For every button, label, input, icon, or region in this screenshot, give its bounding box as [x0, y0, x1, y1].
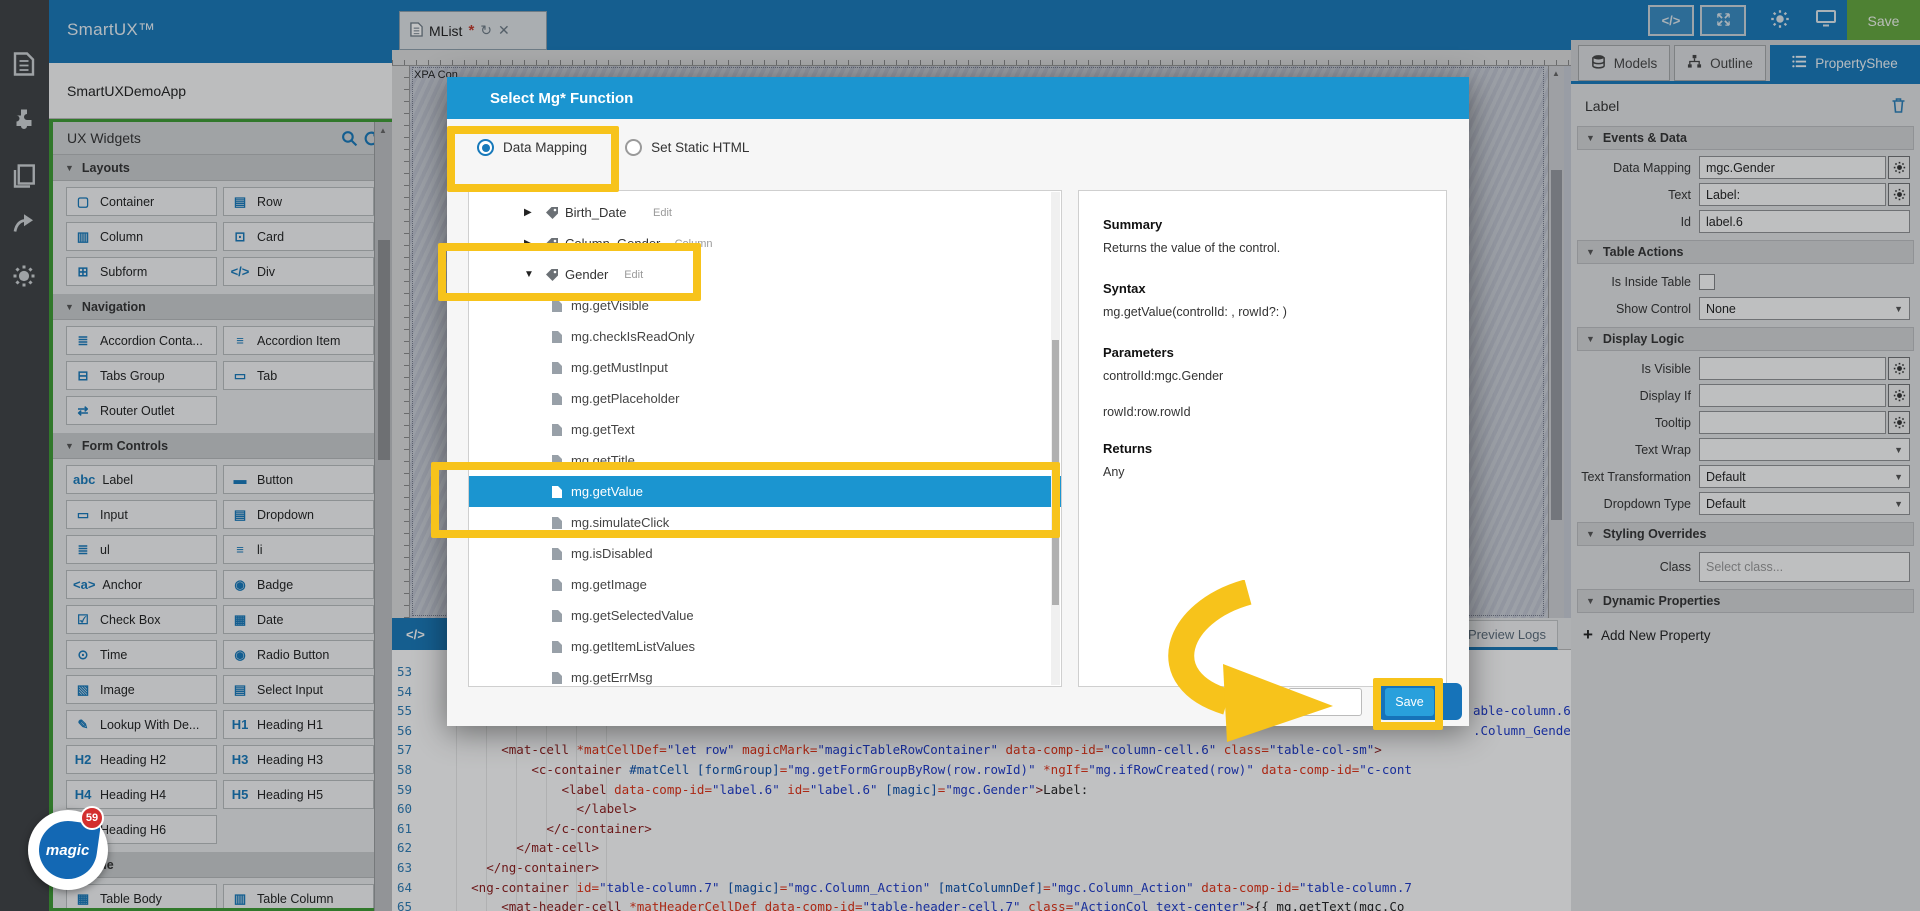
- highlight-data-mapping: [447, 126, 619, 192]
- function-label: mg.getErrMsg: [571, 670, 653, 685]
- function-item-mg-getSelectedValue[interactable]: mg.getSelectedValue: [469, 600, 1061, 631]
- file-icon: [551, 671, 563, 685]
- function-label: mg.checkIsReadOnly: [571, 329, 695, 344]
- file-icon: [551, 640, 563, 654]
- tag-icon: [545, 206, 559, 220]
- file-icon: [551, 330, 563, 344]
- file-icon: [551, 547, 563, 561]
- syntax-text: mg.getValue(controlId: , rowId?: ): [1103, 305, 1422, 319]
- highlight-gender-node: [438, 243, 701, 301]
- file-icon: [551, 392, 563, 406]
- file-icon: [551, 609, 563, 623]
- parameters-heading: Parameters: [1103, 345, 1422, 360]
- function-label: mg.isDisabled: [571, 546, 653, 561]
- modal-title: Select Mg* Function: [447, 77, 1469, 119]
- tree-node-birth_date[interactable]: ▶ Birth_Date Edit: [469, 197, 1061, 228]
- function-item-mg-getPlaceholder[interactable]: mg.getPlaceholder: [469, 383, 1061, 414]
- magic-assistant-widget[interactable]: magic 59: [28, 810, 108, 890]
- function-item-mg-getItemListValues[interactable]: mg.getItemListValues: [469, 631, 1061, 662]
- tree-node-action-link[interactable]: Edit: [653, 207, 672, 219]
- chevron-right-icon[interactable]: ▶: [524, 207, 532, 218]
- syntax-heading: Syntax: [1103, 281, 1422, 296]
- function-item-mg-getErrMsg[interactable]: mg.getErrMsg: [469, 662, 1061, 687]
- function-item-mg-isDisabled[interactable]: mg.isDisabled: [469, 538, 1061, 569]
- returns-heading: Returns: [1103, 441, 1422, 456]
- parameter-text: rowId:row.rowId: [1103, 405, 1422, 419]
- smartux-ide: SmartUX™ </> Save MList * ↻ ✕ SmartUXDem…: [0, 0, 1920, 911]
- file-icon: [551, 578, 563, 592]
- function-item-mg-getMustInput[interactable]: mg.getMustInput: [469, 352, 1061, 383]
- function-label: mg.getSelectedValue: [571, 608, 694, 623]
- function-label: mg.getPlaceholder: [571, 391, 679, 406]
- radio-icon: [625, 139, 642, 156]
- tree-scrollbar[interactable]: [1051, 192, 1060, 685]
- radio-set-static-html[interactable]: Set Static HTML: [625, 139, 749, 156]
- file-icon: [551, 423, 563, 437]
- function-item-mg-getText[interactable]: mg.getText: [469, 414, 1061, 445]
- summary-heading: Summary: [1103, 217, 1422, 232]
- returns-text: Any: [1103, 465, 1422, 479]
- tree-node-label: Birth_Date: [565, 205, 626, 220]
- notification-badge: 59: [80, 806, 104, 830]
- function-label: mg.getMustInput: [571, 360, 668, 375]
- function-label: mg.getText: [571, 422, 635, 437]
- tutorial-arrow: [1135, 580, 1350, 745]
- file-icon: [551, 361, 563, 375]
- function-label: mg.getImage: [571, 577, 647, 592]
- summary-text: Returns the value of the control.: [1103, 241, 1422, 255]
- highlight-getvalue-row: [431, 462, 1060, 538]
- function-item-mg-getImage[interactable]: mg.getImage: [469, 569, 1061, 600]
- function-item-mg-checkIsReadOnly[interactable]: mg.checkIsReadOnly: [469, 321, 1061, 352]
- function-label: mg.getItemListValues: [571, 639, 695, 654]
- highlight-save-button: [1373, 678, 1443, 730]
- parameter-text: controlId:mgc.Gender: [1103, 369, 1422, 383]
